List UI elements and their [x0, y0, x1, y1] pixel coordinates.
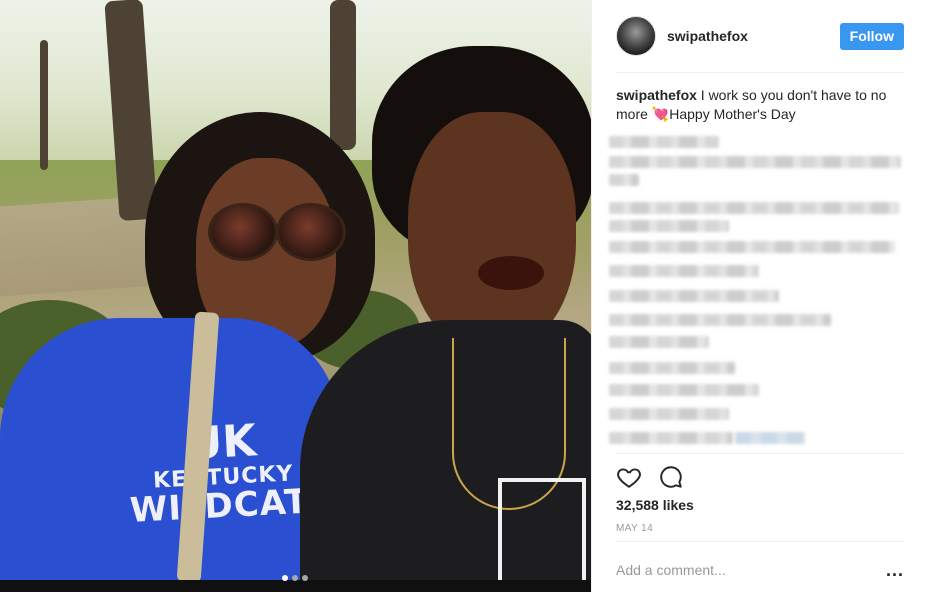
blurred-comment — [609, 202, 899, 214]
post-actions — [616, 464, 684, 490]
ellipsis-icon[interactable]: ... — [886, 561, 904, 579]
post-header: swipathefox Follow — [616, 14, 904, 58]
carousel-dot — [302, 575, 308, 581]
comment-bar-divider — [616, 541, 904, 542]
heart-outline-icon[interactable] — [616, 464, 642, 490]
blurred-comment — [609, 220, 729, 232]
blurred-comment — [609, 432, 733, 444]
photo-tree-trunk — [330, 0, 356, 150]
man-shirt-logo — [498, 478, 586, 586]
post-username[interactable]: swipathefox — [667, 28, 840, 44]
blurred-comment — [609, 362, 735, 374]
blurred-comment — [609, 136, 719, 148]
post-caption: swipathefox I work so you don't have to … — [616, 86, 906, 124]
blurred-comment — [609, 174, 639, 186]
carousel-dot-active — [282, 575, 288, 581]
header-divider — [616, 72, 904, 73]
add-comment-bar: ... — [616, 554, 904, 586]
sunglasses-lens-left — [208, 203, 278, 261]
blurred-comment — [609, 314, 831, 326]
blurred-comment — [609, 290, 779, 302]
avatar[interactable] — [616, 16, 656, 56]
blurred-comment — [609, 336, 709, 348]
post-date: MAY 14 — [616, 523, 654, 534]
comment-input[interactable] — [616, 560, 886, 580]
blurred-comment-link — [735, 432, 805, 444]
man-face — [408, 112, 576, 352]
caption-username[interactable]: swipathefox — [616, 87, 697, 103]
caption-text-2: Happy Mother's Day — [669, 106, 796, 122]
blurred-comment — [609, 265, 759, 277]
blurred-comment — [609, 384, 759, 396]
carousel-dot — [292, 575, 298, 581]
follow-button[interactable]: Follow — [839, 22, 904, 50]
photo-tree-trunk — [40, 40, 48, 170]
speech-bubble-icon[interactable] — [658, 464, 684, 490]
blurred-comment — [609, 241, 895, 253]
like-count[interactable]: 32,588 likes — [616, 497, 694, 513]
post-photo[interactable]: UK KENTUCKY WILDCATS — [0, 0, 591, 592]
photo-bottom-edge — [0, 580, 591, 592]
blurred-comment — [609, 408, 729, 420]
sunglasses-lens-right — [276, 203, 346, 261]
carousel-indicator — [282, 575, 308, 581]
post-side-panel: swipathefox Follow swipathefox I work so… — [591, 0, 925, 592]
heart-emoji-icon: 💘 — [651, 106, 670, 122]
comments-divider — [616, 453, 904, 454]
blurred-comment — [609, 156, 901, 168]
man-mouth — [478, 256, 544, 290]
shirt-print: UK KENTUCKY WILDCATS — [125, 415, 335, 531]
